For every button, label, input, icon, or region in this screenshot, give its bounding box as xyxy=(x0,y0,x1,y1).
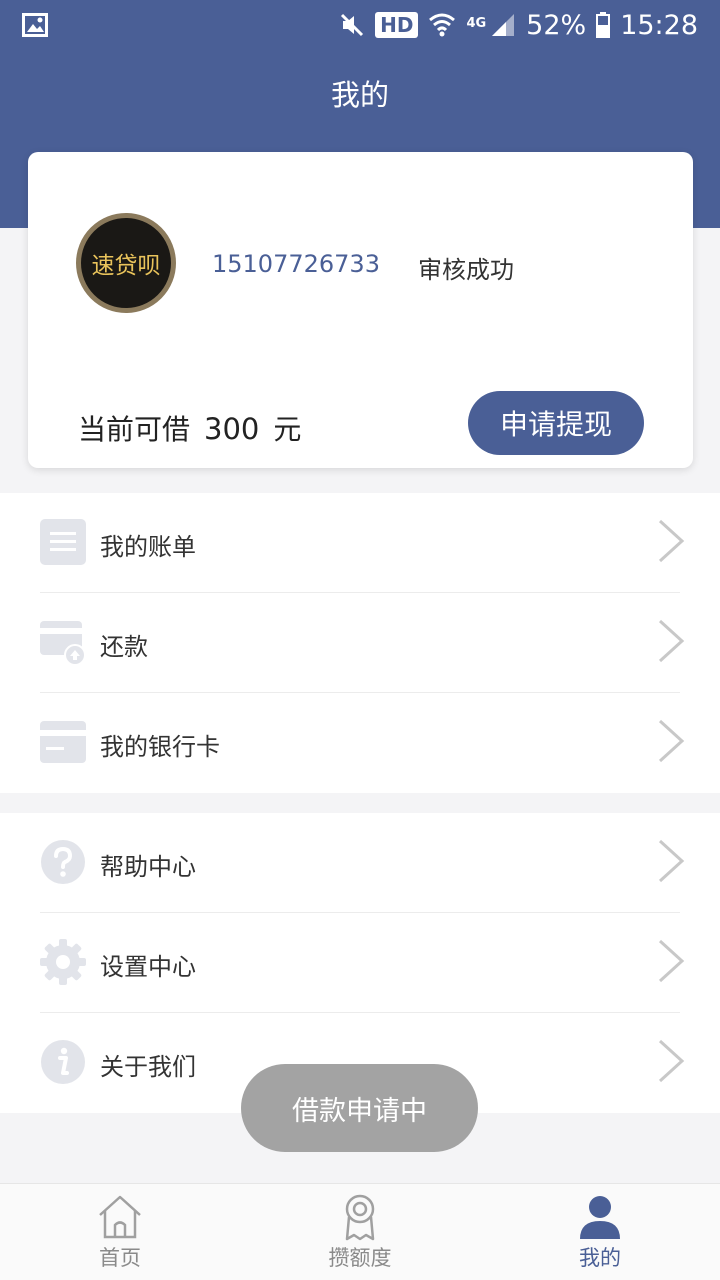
quota-amount: 300 xyxy=(204,412,260,446)
tab-home[interactable]: 首页 xyxy=(0,1184,240,1280)
menu-item-bank-card[interactable]: 我的银行卡 xyxy=(0,693,720,793)
user-icon xyxy=(580,1196,620,1239)
battery-percent: 52% xyxy=(526,9,587,41)
tab-label: 首页 xyxy=(99,1246,141,1270)
bank-card-icon xyxy=(40,719,86,765)
clock: 15:28 xyxy=(620,9,698,41)
menu-label: 关于我们 xyxy=(100,1053,196,1081)
review-status: 审核成功 xyxy=(418,256,514,284)
home-icon xyxy=(99,1195,141,1239)
tab-label: 我的 xyxy=(579,1246,621,1270)
network-type: 4G xyxy=(466,15,487,31)
menu-label: 设置中心 xyxy=(100,953,196,981)
quota-unit: 元 xyxy=(273,413,302,446)
menu-item-repayment[interactable]: 还款 xyxy=(0,593,720,693)
menu-group-account: 我的账单 还款 我的银行卡 xyxy=(0,493,720,793)
tab-mine[interactable]: 我的 xyxy=(480,1184,720,1280)
quota-label: 当前可借 xyxy=(78,413,191,446)
menu-item-bills[interactable]: 我的账单 xyxy=(0,493,720,593)
withdraw-button[interactable]: 申请提现 xyxy=(468,391,644,455)
signal-icon xyxy=(492,14,515,36)
mute-icon xyxy=(341,13,364,37)
chevron-right-icon xyxy=(658,1039,685,1083)
bill-icon xyxy=(40,519,86,565)
battery-icon xyxy=(596,12,611,38)
help-icon xyxy=(40,839,86,885)
status-bar: HD 4G 52% 15:28 xyxy=(0,0,720,50)
repayment-card-icon xyxy=(40,619,86,665)
toast-message: 借款申请中 xyxy=(241,1064,478,1152)
chevron-right-icon xyxy=(658,519,685,563)
gear-icon xyxy=(40,939,86,985)
menu-label: 我的账单 xyxy=(100,533,196,561)
page-title: 我的 xyxy=(330,78,389,112)
menu-label: 还款 xyxy=(100,633,148,661)
gallery-notification-icon xyxy=(22,13,48,37)
chevron-right-icon xyxy=(658,619,685,663)
avatar: 速贷呗 xyxy=(76,213,176,313)
menu-item-help-center[interactable]: 帮助中心 xyxy=(0,813,720,913)
medal-icon xyxy=(345,1194,375,1241)
tab-label: 攒额度 xyxy=(328,1246,392,1270)
chevron-right-icon xyxy=(658,719,685,763)
phone-number: 15107726733 xyxy=(212,250,380,278)
hd-badge: HD xyxy=(375,12,419,38)
chevron-right-icon xyxy=(658,939,685,983)
menu-item-settings-center[interactable]: 设置中心 xyxy=(0,913,720,1013)
tab-earn-quota[interactable]: 攒额度 xyxy=(240,1184,480,1280)
profile-card: 速贷呗 15107726733 审核成功 当前可借 300 元 申请提现 xyxy=(28,152,693,468)
wifi-icon xyxy=(429,13,456,37)
info-icon xyxy=(40,1039,86,1085)
available-quota: 当前可借 300 元 xyxy=(78,408,301,448)
chevron-right-icon xyxy=(658,839,685,883)
menu-label: 我的银行卡 xyxy=(100,733,220,761)
menu-label: 帮助中心 xyxy=(100,853,196,881)
bottom-tab-bar: 首页 攒额度 我的 xyxy=(0,1183,720,1280)
